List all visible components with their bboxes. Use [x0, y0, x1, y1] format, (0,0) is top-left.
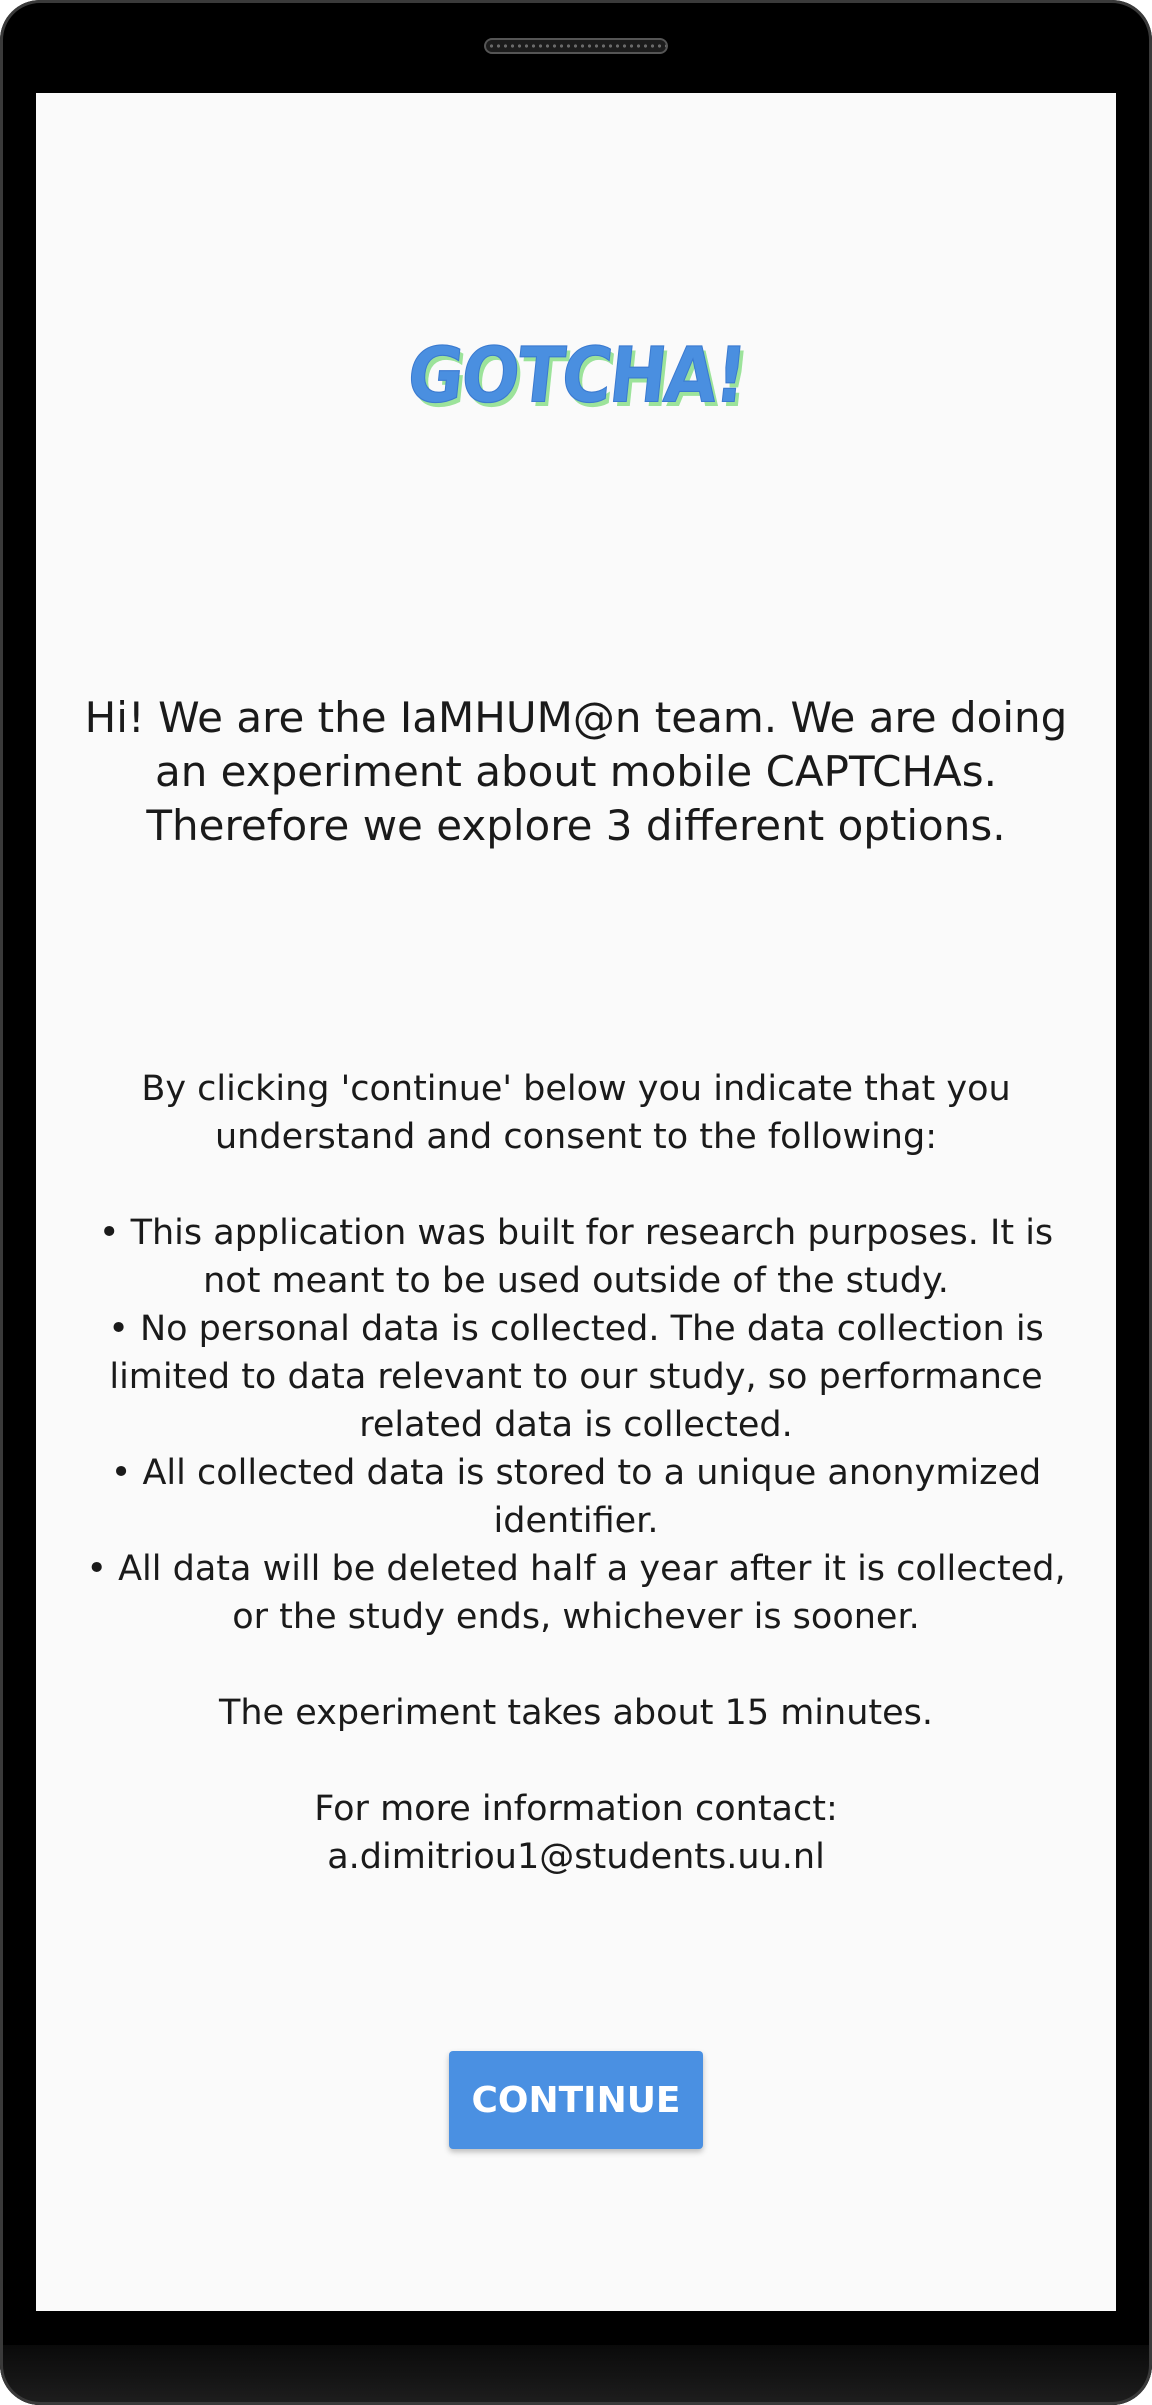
- contact-label: For more information contact:: [314, 1789, 838, 1829]
- consent-block: By clicking 'continue' below you indicat…: [76, 1065, 1076, 1881]
- consent-lead: By clicking 'continue' below you indicat…: [141, 1069, 1011, 1157]
- consent-bullet: • No personal data is collected. The dat…: [108, 1309, 1044, 1445]
- consent-bullet: • This application was built for researc…: [98, 1213, 1054, 1301]
- app-logo: GOTCHA!: [36, 332, 1116, 422]
- consent-bullet: • All collected data is stored to a uniq…: [110, 1453, 1042, 1541]
- app-screen: GOTCHA! Hi! We are the IaMHUM@n team. We…: [36, 93, 1116, 2311]
- continue-button[interactable]: CONTINUE: [449, 2051, 703, 2149]
- phone-frame: GOTCHA! Hi! We are the IaMHUM@n team. We…: [0, 0, 1152, 2405]
- logo-text: GOTCHA!: [403, 332, 750, 422]
- speaker-grille: [484, 38, 668, 54]
- consent-bullet: • All data will be deleted half a year a…: [86, 1549, 1066, 1637]
- intro-text: Hi! We are the IaMHUM@n team. We are doi…: [84, 693, 1068, 850]
- contact-email: a.dimitriou1@students.uu.nl: [327, 1837, 825, 1877]
- duration-text: The experiment takes about 15 minutes.: [218, 1693, 934, 1733]
- phone-bottom-bezel: [0, 2345, 1152, 2405]
